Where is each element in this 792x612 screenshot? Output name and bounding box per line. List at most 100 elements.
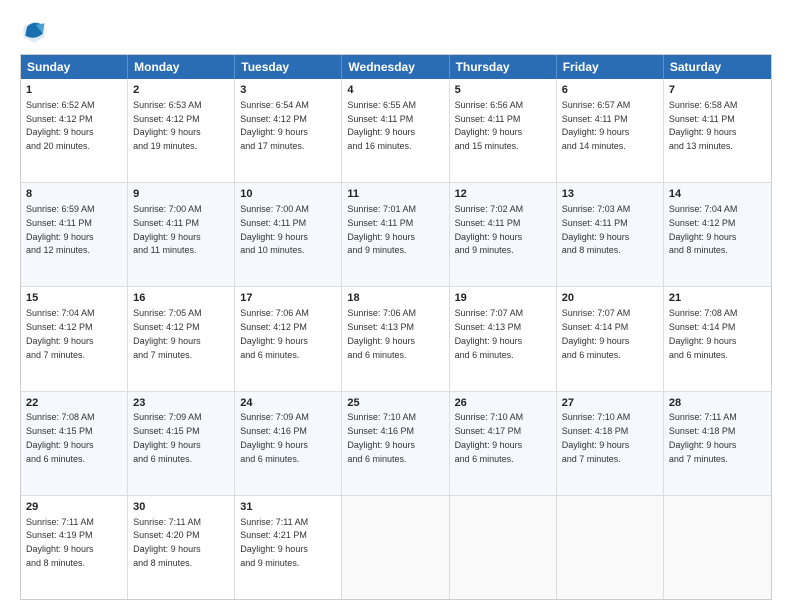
cell-info: Sunrise: 7:10 AM Sunset: 4:18 PM Dayligh… <box>562 412 631 463</box>
calendar-cell <box>664 496 771 599</box>
calendar-cell <box>342 496 449 599</box>
calendar-cell: 16 Sunrise: 7:05 AM Sunset: 4:12 PM Dayli… <box>128 287 235 390</box>
day-number: 21 <box>669 291 766 306</box>
day-number: 2 <box>133 83 229 98</box>
calendar-cell: 30Sunrise: 7:11 AM Sunset: 4:20 PM Dayli… <box>128 496 235 599</box>
cell-info: Sunrise: 7:11 AM Sunset: 4:19 PM Dayligh… <box>26 517 94 568</box>
cell-info: Sunrise: 6:55 AM Sunset: 4:11 PM Dayligh… <box>347 100 416 151</box>
day-number: 10 <box>240 187 336 202</box>
calendar-cell: 27Sunrise: 7:10 AM Sunset: 4:18 PM Dayli… <box>557 392 664 495</box>
calendar-header-cell: Tuesday <box>235 55 342 79</box>
day-number: 8 <box>26 187 122 202</box>
day-number: 6 <box>562 83 658 98</box>
calendar-row: 8Sunrise: 6:59 AM Sunset: 4:11 PM Daylig… <box>21 182 771 286</box>
cell-info: Sunrise: 7:08 AM Sunset: 4:15 PM Dayligh… <box>26 412 95 463</box>
cell-info: Sunrise: 7:04 AM Sunset: 4:12 PM Dayligh… <box>26 308 95 359</box>
calendar-header-cell: Saturday <box>664 55 771 79</box>
day-number: 11 <box>347 187 443 202</box>
calendar-cell: 3 Sunrise: 6:54 AM Sunset: 4:12 PM Daylig… <box>235 79 342 182</box>
cell-info: Sunrise: 6:57 AM Sunset: 4:11 PM Dayligh… <box>562 100 631 151</box>
day-number: 24 <box>240 396 336 411</box>
day-number: 20 <box>562 291 658 306</box>
day-number: 4 <box>347 83 443 98</box>
cell-info: Sunrise: 7:05 AM Sunset: 4:12 PM Dayligh… <box>133 308 202 359</box>
day-number: 7 <box>669 83 766 98</box>
cell-info: Sunrise: 7:07 AM Sunset: 4:14 PM Dayligh… <box>562 308 631 359</box>
calendar-header-cell: Friday <box>557 55 664 79</box>
day-number: 22 <box>26 396 122 411</box>
calendar-row: 29Sunrise: 7:11 AM Sunset: 4:19 PM Dayli… <box>21 495 771 599</box>
cell-info: Sunrise: 7:03 AM Sunset: 4:11 PM Dayligh… <box>562 204 631 255</box>
calendar-cell: 14 Sunrise: 7:04 AM Sunset: 4:12 PM Dayli… <box>664 183 771 286</box>
day-number: 9 <box>133 187 229 202</box>
calendar-cell: 7 Sunrise: 6:58 AM Sunset: 4:11 PM Daylig… <box>664 79 771 182</box>
day-number: 13 <box>562 187 658 202</box>
calendar-row: 22Sunrise: 7:08 AM Sunset: 4:15 PM Dayli… <box>21 391 771 495</box>
calendar-cell: 1 Sunrise: 6:52 AM Sunset: 4:12 PM Daylig… <box>21 79 128 182</box>
cell-info: Sunrise: 7:09 AM Sunset: 4:16 PM Dayligh… <box>240 412 309 463</box>
cell-info: Sunrise: 7:02 AM Sunset: 4:11 PM Dayligh… <box>455 204 524 255</box>
calendar-cell: 24Sunrise: 7:09 AM Sunset: 4:16 PM Dayli… <box>235 392 342 495</box>
day-number: 25 <box>347 396 443 411</box>
day-number: 1 <box>26 83 122 98</box>
calendar: SundayMondayTuesdayWednesdayThursdayFrid… <box>20 54 772 600</box>
cell-info: Sunrise: 7:10 AM Sunset: 4:16 PM Dayligh… <box>347 412 416 463</box>
day-number: 12 <box>455 187 551 202</box>
calendar-cell: 12 Sunrise: 7:02 AM Sunset: 4:11 PM Dayli… <box>450 183 557 286</box>
cell-info: Sunrise: 6:54 AM Sunset: 4:12 PM Dayligh… <box>240 100 309 151</box>
day-number: 31 <box>240 500 336 515</box>
calendar-cell: 9 Sunrise: 7:00 AM Sunset: 4:11 PM Daylig… <box>128 183 235 286</box>
cell-info: Sunrise: 6:52 AM Sunset: 4:12 PM Dayligh… <box>26 100 95 151</box>
day-number: 5 <box>455 83 551 98</box>
calendar-header-cell: Wednesday <box>342 55 449 79</box>
cell-info: Sunrise: 7:10 AM Sunset: 4:17 PM Dayligh… <box>455 412 524 463</box>
calendar-cell: 2 Sunrise: 6:53 AM Sunset: 4:12 PM Daylig… <box>128 79 235 182</box>
calendar-cell: 19 Sunrise: 7:07 AM Sunset: 4:13 PM Dayli… <box>450 287 557 390</box>
cell-info: Sunrise: 7:07 AM Sunset: 4:13 PM Dayligh… <box>455 308 524 359</box>
cell-info: Sunrise: 7:11 AM Sunset: 4:21 PM Dayligh… <box>240 517 308 568</box>
cell-info: Sunrise: 6:53 AM Sunset: 4:12 PM Dayligh… <box>133 100 202 151</box>
day-number: 16 <box>133 291 229 306</box>
calendar-cell <box>557 496 664 599</box>
day-number: 26 <box>455 396 551 411</box>
cell-info: Sunrise: 7:00 AM Sunset: 4:11 PM Dayligh… <box>240 204 309 255</box>
day-number: 23 <box>133 396 229 411</box>
calendar-header-cell: Sunday <box>21 55 128 79</box>
calendar-cell: 15 Sunrise: 7:04 AM Sunset: 4:12 PM Dayli… <box>21 287 128 390</box>
cell-info: Sunrise: 7:09 AM Sunset: 4:15 PM Dayligh… <box>133 412 202 463</box>
calendar-cell: 5Sunrise: 6:56 AM Sunset: 4:11 PM Daylig… <box>450 79 557 182</box>
cell-info: Sunrise: 7:00 AM Sunset: 4:11 PM Dayligh… <box>133 204 202 255</box>
calendar-cell: 11 Sunrise: 7:01 AM Sunset: 4:11 PM Dayli… <box>342 183 449 286</box>
day-number: 28 <box>669 396 766 411</box>
calendar-row: 15 Sunrise: 7:04 AM Sunset: 4:12 PM Dayli… <box>21 286 771 390</box>
day-number: 30 <box>133 500 229 515</box>
page: SundayMondayTuesdayWednesdayThursdayFrid… <box>0 0 792 612</box>
calendar-cell: 25Sunrise: 7:10 AM Sunset: 4:16 PM Dayli… <box>342 392 449 495</box>
calendar-header-row: SundayMondayTuesdayWednesdayThursdayFrid… <box>21 55 771 79</box>
calendar-cell: 10 Sunrise: 7:00 AM Sunset: 4:11 PM Dayli… <box>235 183 342 286</box>
calendar-body: 1 Sunrise: 6:52 AM Sunset: 4:12 PM Daylig… <box>21 79 771 599</box>
calendar-cell: 29Sunrise: 7:11 AM Sunset: 4:19 PM Dayli… <box>21 496 128 599</box>
day-number: 19 <box>455 291 551 306</box>
day-number: 14 <box>669 187 766 202</box>
calendar-cell: 13 Sunrise: 7:03 AM Sunset: 4:11 PM Dayli… <box>557 183 664 286</box>
day-number: 3 <box>240 83 336 98</box>
calendar-cell: 18 Sunrise: 7:06 AM Sunset: 4:13 PM Dayli… <box>342 287 449 390</box>
cell-info: Sunrise: 7:04 AM Sunset: 4:12 PM Dayligh… <box>669 204 738 255</box>
cell-info: Sunrise: 7:06 AM Sunset: 4:13 PM Dayligh… <box>347 308 416 359</box>
calendar-cell: 20 Sunrise: 7:07 AM Sunset: 4:14 PM Dayli… <box>557 287 664 390</box>
cell-info: Sunrise: 7:08 AM Sunset: 4:14 PM Dayligh… <box>669 308 738 359</box>
calendar-cell: 23Sunrise: 7:09 AM Sunset: 4:15 PM Dayli… <box>128 392 235 495</box>
cell-info: Sunrise: 7:01 AM Sunset: 4:11 PM Dayligh… <box>347 204 416 255</box>
day-number: 15 <box>26 291 122 306</box>
calendar-cell: 22Sunrise: 7:08 AM Sunset: 4:15 PM Dayli… <box>21 392 128 495</box>
calendar-cell <box>450 496 557 599</box>
calendar-cell: 17Sunrise: 7:06 AM Sunset: 4:12 PM Dayli… <box>235 287 342 390</box>
cell-info: Sunrise: 7:11 AM Sunset: 4:18 PM Dayligh… <box>669 412 737 463</box>
cell-info: Sunrise: 6:58 AM Sunset: 4:11 PM Dayligh… <box>669 100 738 151</box>
logo <box>20 18 52 46</box>
day-number: 18 <box>347 291 443 306</box>
cell-info: Sunrise: 7:06 AM Sunset: 4:12 PM Dayligh… <box>240 308 309 359</box>
calendar-header-cell: Monday <box>128 55 235 79</box>
calendar-cell: 26Sunrise: 7:10 AM Sunset: 4:17 PM Dayli… <box>450 392 557 495</box>
